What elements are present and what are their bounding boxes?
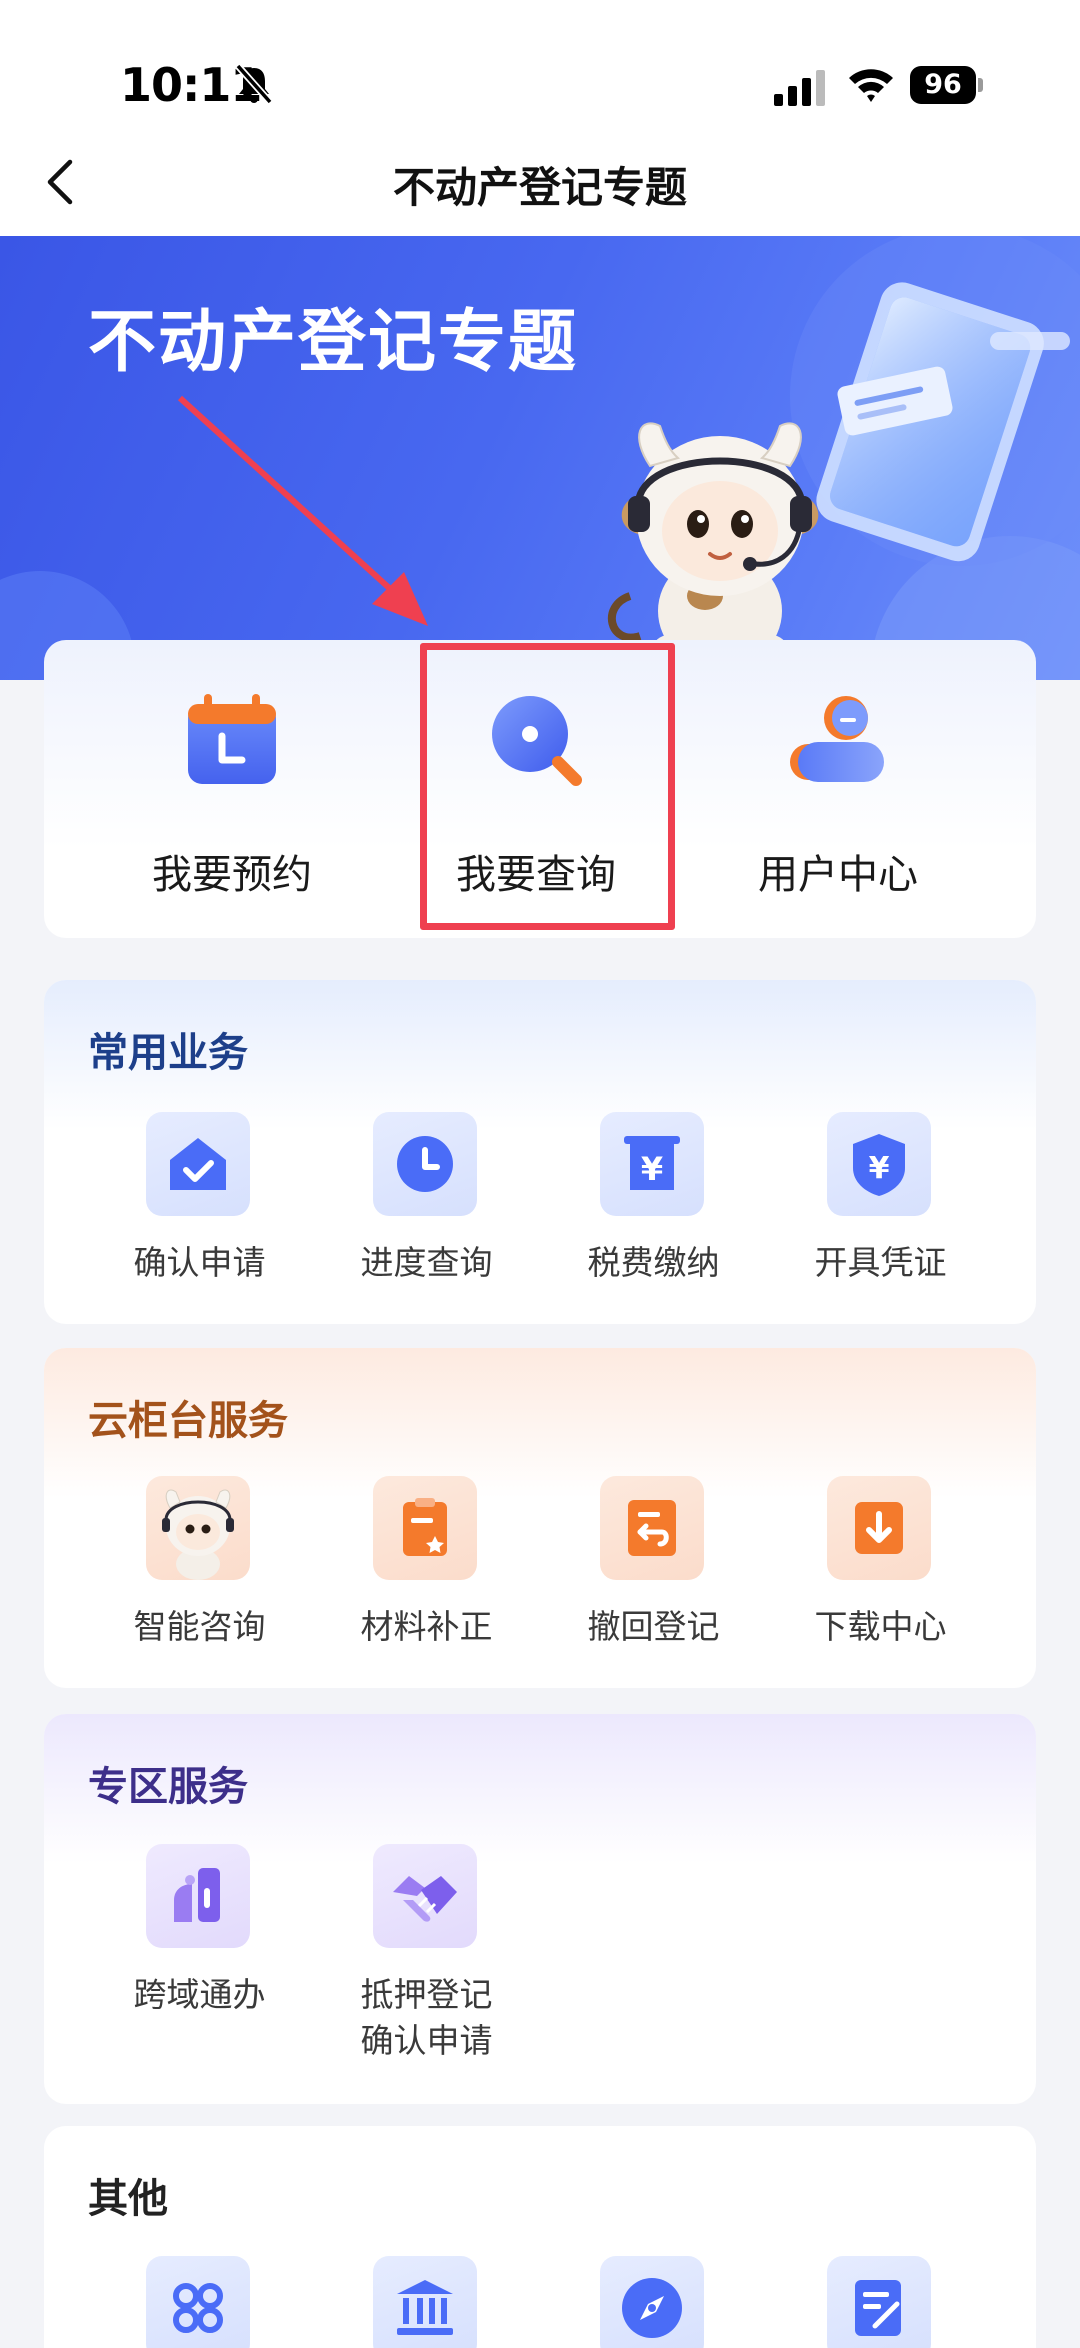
grid-apps-icon xyxy=(146,2256,250,2348)
clock-icon xyxy=(373,1112,477,1216)
quick-action-label: 我要预约 xyxy=(152,852,312,898)
service-label-line1: 抵押登记 xyxy=(360,1975,493,2014)
service-label: 进度查询 xyxy=(360,1243,493,1282)
svg-text:¥: ¥ xyxy=(869,1151,890,1186)
battery-indicator: 96 xyxy=(910,66,984,104)
section-common-business: 常用业务 确认申请 进度查询 ¥ 税费缴纳 ¥ 开具凭证 xyxy=(44,980,1036,1324)
cross-region-icon xyxy=(146,1844,250,1948)
section-title: 专区服务 xyxy=(88,1764,248,1810)
service-label: 抵押登记 确认申请 xyxy=(313,1972,540,2064)
clipboard-star-icon xyxy=(373,1476,477,1580)
quick-action-label: 用户中心 xyxy=(758,852,918,898)
service-label: 开具凭证 xyxy=(814,1243,947,1282)
undo-doc-icon xyxy=(600,1476,704,1580)
section-zone-services: 专区服务 跨域通办 抵押登记 确认申请 xyxy=(44,1714,1036,2104)
battery-cap xyxy=(978,78,983,92)
download-icon xyxy=(827,1476,931,1580)
service-label: 税费缴纳 xyxy=(587,1243,720,1282)
bank-icon xyxy=(373,2256,477,2348)
service-label: 跨域通办 xyxy=(133,1975,266,2014)
service-label: 确认申请 xyxy=(133,1243,266,1282)
signal-icon xyxy=(774,70,825,106)
wifi-icon xyxy=(849,69,893,102)
bell-muted-icon xyxy=(235,63,273,105)
page-title: 不动产登记专题 xyxy=(392,163,687,212)
service-label: 材料补正 xyxy=(360,1607,493,1646)
section-other: 其他 xyxy=(44,2126,1036,2348)
section-title: 常用业务 xyxy=(88,1030,248,1076)
service-label: 下载中心 xyxy=(814,1607,947,1646)
yuan-receipt-icon: ¥ xyxy=(600,1112,704,1216)
yuan-shield-icon: ¥ xyxy=(827,1112,931,1216)
battery-level: 96 xyxy=(910,66,976,104)
highlight-annotation xyxy=(420,643,675,930)
service-label: 智能咨询 xyxy=(133,1607,266,1646)
quick-action-appointment[interactable]: 我要预约 xyxy=(82,640,382,938)
section-title: 其他 xyxy=(88,2176,168,2222)
user-icon xyxy=(790,696,884,782)
edit-form-icon xyxy=(827,2256,931,2348)
svg-text:¥: ¥ xyxy=(641,1150,663,1188)
service-label-line2: 确认申请 xyxy=(360,2021,493,2060)
banner-title: 不动产登记专题 xyxy=(88,303,579,382)
compass-icon xyxy=(600,2256,704,2348)
section-title: 云柜台服务 xyxy=(88,1398,288,1444)
calendar-icon xyxy=(188,694,276,784)
home-check-icon xyxy=(146,1112,250,1216)
status-bar: 10:11 96 xyxy=(0,0,1080,130)
quick-action-user-center[interactable]: 用户中心 xyxy=(688,640,988,938)
banner: 不动产登记专题 xyxy=(0,236,1080,680)
mascot-icon xyxy=(146,1476,250,1580)
handshake-icon xyxy=(373,1844,477,1948)
service-label: 撤回登记 xyxy=(587,1607,720,1646)
mascot-illustration xyxy=(608,422,819,669)
section-cloud-counter: 云柜台服务 智能咨询 材料补正 撤回登记 下载中心 xyxy=(44,1348,1036,1688)
nav-bar: 不动产登记专题 xyxy=(0,130,1080,236)
